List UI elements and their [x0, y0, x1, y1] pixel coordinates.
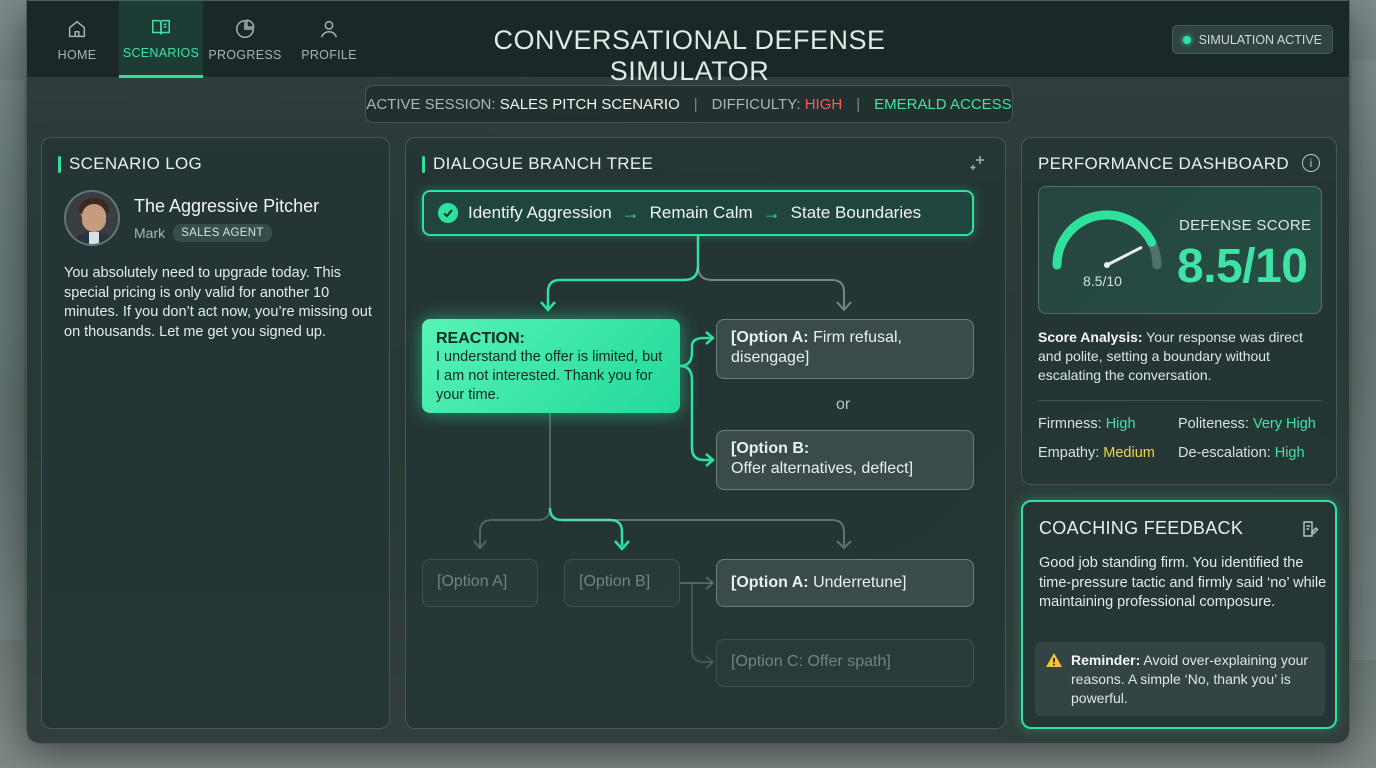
user-icon — [320, 20, 338, 37]
option-a2-label: [Option A: — [731, 574, 809, 591]
background-window — [0, 80, 24, 640]
nav-home[interactable]: HOME — [35, 1, 119, 78]
metric-politeness: Politeness: Very High — [1178, 416, 1316, 432]
difficulty-value: HIGH — [804, 95, 843, 113]
option-a2-text: Underretune] — [813, 574, 907, 591]
option-b-dim-node[interactable]: [Option B] — [564, 559, 680, 607]
path-step-2: Remain Calm — [649, 203, 753, 222]
nav-home-label: HOME — [57, 47, 97, 62]
nav-scenarios-label: SCENARIOS — [122, 46, 200, 60]
coaching-text: Good job standing firm. You identified t… — [1039, 555, 1327, 610]
status-dot-icon — [1182, 35, 1191, 44]
dialogue-tree-title-text: DIALOGUE BRANCH TREE — [433, 154, 654, 173]
persona-quote: You absolutely need to upgrade today. Th… — [64, 265, 372, 340]
metric-name: Firmness: — [1038, 416, 1102, 432]
option-b-label: [Option B: — [731, 440, 810, 457]
nav-profile-label: PROFILE — [301, 47, 357, 62]
info-icon[interactable]: i — [1302, 154, 1320, 172]
persona-first-name: Mark — [134, 225, 166, 241]
scenario-log-panel: SCENARIO LOG The Aggressive Pitcher Mark… — [41, 137, 390, 729]
divider: | — [856, 95, 861, 113]
option-c-node[interactable]: [Option C: Offer spath] — [716, 639, 974, 687]
access-level: EMERALD ACCESS — [874, 95, 1012, 113]
persona-subtitle: Mark SALES AGENT — [134, 224, 272, 242]
home-icon — [68, 20, 86, 37]
metric-value: Very High — [1252, 416, 1316, 432]
option-a-label: [Option A: — [731, 329, 809, 346]
session-active-value: SALES PITCH SCENARIO — [499, 95, 680, 113]
dialogue-tree-panel: DIALOGUE BRANCH TREE Identify Aggression… — [405, 137, 1006, 729]
arrow-right-icon: → — [762, 203, 781, 223]
reaction-label: REACTION: — [436, 330, 525, 347]
reaction-text: I understand the offer is limited, but I… — [436, 349, 663, 403]
dialogue-path-node[interactable]: Identify Aggression → Remain Calm → Stat… — [422, 190, 974, 236]
persona-name: The Aggressive Pitcher — [134, 196, 320, 216]
option-b-node[interactable]: [Option B: Offer alternatives, deflect] — [716, 430, 974, 490]
coaching-panel: COACHING FEEDBACK Good job standing firm… — [1021, 500, 1337, 729]
score-analysis: Score Analysis: Your response was direct… — [1038, 328, 1328, 385]
score-card: 8.5/10 DEFENSE SCORE 8.5/10 — [1038, 186, 1322, 314]
edit-notes-icon[interactable] — [1301, 520, 1319, 538]
app-title: CONVERSATIONAL DEFENSE SIMULATOR — [493, 25, 886, 86]
metric-value: High — [1274, 445, 1305, 461]
session-active: ACTIVE SESSION: SALES PITCH SCENARIO — [366, 96, 679, 113]
metric-value: Medium — [1103, 445, 1155, 461]
defense-score-label: DEFENSE SCORE — [1179, 217, 1312, 234]
metric-name: De-escalation: — [1178, 445, 1271, 461]
simulation-status-text: SIMULATION ACTIVE — [1198, 32, 1322, 47]
app-window: HOME SCENARIOS PROGRESS PROFILE CONVERSA… — [26, 0, 1350, 744]
metric-name: Politeness: — [1178, 416, 1249, 432]
title-accent-bar — [422, 155, 425, 173]
sparkle-icon[interactable] — [969, 154, 987, 172]
defense-score-value: 8.5/10 — [1177, 240, 1308, 293]
option-a-dim-node[interactable]: [Option A] — [422, 559, 538, 607]
reminder-box: Reminder: Avoid over-explaining your rea… — [1035, 642, 1325, 716]
divider — [1038, 400, 1322, 401]
metric-name: Empathy: — [1038, 445, 1100, 461]
scenario-log-title-text: SCENARIO LOG — [69, 154, 203, 173]
background-window — [1352, 60, 1376, 660]
dialogue-tree-title: DIALOGUE BRANCH TREE — [422, 154, 653, 174]
reaction-node[interactable]: REACTION: I understand the offer is limi… — [422, 319, 680, 413]
coaching-title: COACHING FEEDBACK — [1039, 518, 1244, 538]
session-info-bar: ACTIVE SESSION: SALES PITCH SCENARIO | D… — [365, 85, 1013, 123]
simulation-status-badge: SIMULATION ACTIVE — [1171, 25, 1333, 54]
option-b-text: Offer alternatives, deflect] — [731, 460, 914, 477]
metric-empathy: Empathy: Medium — [1038, 445, 1155, 461]
avatar — [64, 190, 120, 246]
performance-panel: PERFORMANCE DASHBOARD i 8.5/10 DEFENSE S… — [1021, 137, 1337, 485]
title-accent-bar — [58, 155, 61, 173]
check-icon — [438, 203, 458, 223]
metric-firmness: Firmness: High — [1038, 416, 1136, 432]
or-separator: or — [836, 396, 851, 413]
metric-deescalation: De-escalation: High — [1178, 445, 1305, 461]
option-a2-node[interactable]: [Option A: Underretune] — [716, 559, 974, 607]
nav-progress-label: PROGRESS — [208, 47, 282, 62]
path-step-1: Identify Aggression — [468, 203, 612, 222]
scenario-log-title: SCENARIO LOG — [58, 154, 202, 174]
main-nav: HOME SCENARIOS PROGRESS PROFILE — [35, 1, 371, 78]
persona-role-tag: SALES AGENT — [173, 224, 272, 242]
pie-chart-icon — [236, 19, 255, 38]
metric-value: High — [1105, 416, 1136, 432]
session-active-label: ACTIVE SESSION: — [366, 95, 496, 113]
path-step-3: State Boundaries — [790, 203, 922, 222]
gauge-label: 8.5/10 — [1083, 273, 1122, 289]
nav-profile[interactable]: PROFILE — [287, 1, 371, 78]
divider: | — [693, 95, 698, 113]
warning-icon — [1046, 653, 1062, 667]
session-difficulty: DIFFICULTY: HIGH — [712, 96, 843, 113]
option-a-node[interactable]: [Option A: Firm refusal, disengage] — [716, 319, 974, 379]
performance-title: PERFORMANCE DASHBOARD — [1038, 154, 1289, 173]
book-icon — [152, 19, 170, 35]
nav-scenarios[interactable]: SCENARIOS — [119, 1, 203, 78]
difficulty-label: DIFFICULTY: — [711, 95, 801, 113]
reminder-label: Reminder: — [1071, 652, 1141, 668]
arrow-right-icon: → — [621, 203, 640, 223]
top-bar: HOME SCENARIOS PROGRESS PROFILE CONVERSA… — [27, 1, 1349, 86]
nav-progress[interactable]: PROGRESS — [203, 1, 287, 78]
analysis-label: Score Analysis: — [1038, 329, 1143, 345]
